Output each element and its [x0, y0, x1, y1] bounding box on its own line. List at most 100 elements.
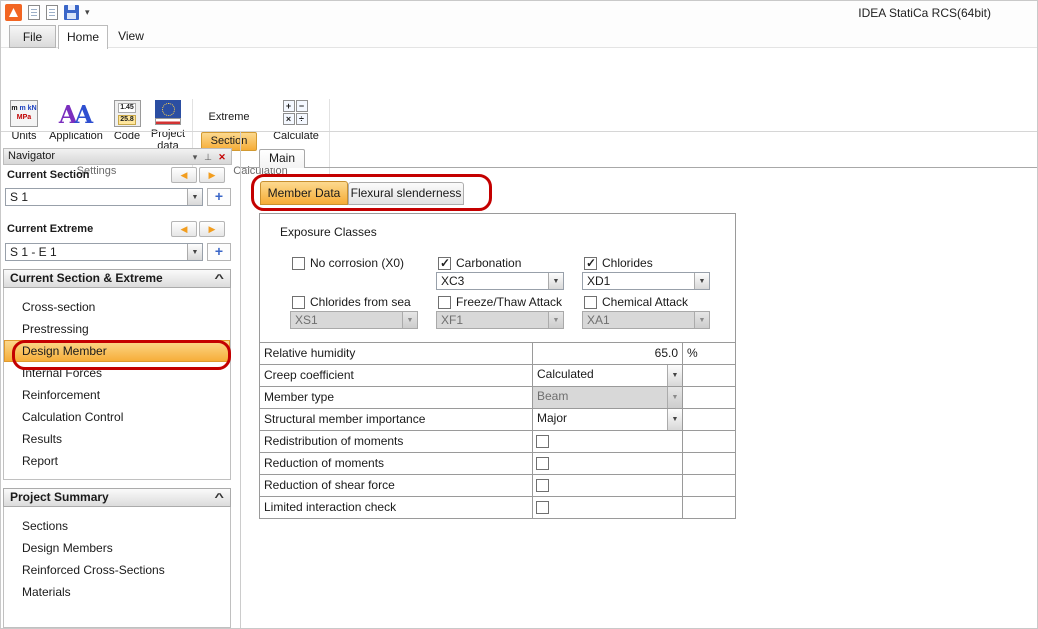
- carbonation-checkbox-group: ✓ Carbonation: [438, 256, 521, 270]
- relative-humidity-value[interactable]: 65.0: [532, 343, 682, 364]
- current-section-select[interactable]: S 1 ▼: [5, 188, 203, 206]
- creep-coefficient-select[interactable]: Calculated ▼: [533, 365, 682, 386]
- next-arrow-icon: ▶: [209, 224, 216, 234]
- freeze-thaw-class-value: XF1: [441, 313, 546, 328]
- application-button[interactable]: A A Application: [43, 100, 109, 142]
- ribbon-tab-strip: File Home View: [1, 25, 1038, 48]
- subtab-member-data[interactable]: Member Data: [260, 181, 348, 205]
- nav-item-prestressing[interactable]: Prestressing: [4, 318, 230, 340]
- calculate-button[interactable]: + − × ÷ Calculate: [269, 100, 323, 142]
- dropdown-arrow-icon[interactable]: ▼: [187, 244, 202, 260]
- redistribution-checkbox[interactable]: ✓: [536, 435, 549, 448]
- app-logo-icon[interactable]: [5, 4, 22, 21]
- previous-extreme-button[interactable]: ◀: [171, 221, 197, 237]
- ribbon-bottom-border: [1, 131, 1038, 132]
- limited-interaction-checkbox[interactable]: ✓: [536, 501, 549, 514]
- group-title: Project Summary: [10, 490, 109, 504]
- structural-importance-select[interactable]: Major ▼: [533, 409, 682, 430]
- section-extreme-group-header[interactable]: Current Section & Extreme ^: [3, 269, 231, 288]
- add-extreme-button[interactable]: +: [207, 243, 231, 261]
- close-icon[interactable]: ✕: [216, 150, 228, 165]
- units-icon: m m kN MPa: [10, 100, 38, 127]
- nav-item-cross-section[interactable]: Cross-section: [4, 296, 230, 318]
- dropdown-arrow-icon: ▼: [694, 312, 709, 328]
- reduction-moments-checkbox[interactable]: ✓: [536, 457, 549, 470]
- new-document-icon[interactable]: [28, 5, 40, 20]
- main-tab-strip-line: [241, 167, 1038, 168]
- units-button[interactable]: m m kN MPa Units: [5, 100, 43, 142]
- nav-item-report[interactable]: Report: [4, 450, 230, 472]
- dropdown-arrow-icon[interactable]: ▼: [667, 365, 682, 386]
- dropdown-arrow-icon: ▼: [548, 312, 563, 328]
- code-button[interactable]: 1.45 25.8 Code: [109, 100, 145, 142]
- dropdown-arrow-icon[interactable]: ▼: [187, 189, 202, 205]
- dropdown-arrow-icon[interactable]: ▼: [548, 273, 563, 289]
- nav-item-design-member[interactable]: Design Member: [4, 340, 230, 362]
- current-extreme-select[interactable]: S 1 - E 1 ▼: [5, 243, 203, 261]
- project-data-button[interactable]: Project data: [145, 100, 191, 152]
- table-row: Relative humidity 65.0 %: [260, 342, 735, 364]
- subtab-flexural-slenderness[interactable]: Flexural slenderness: [348, 182, 464, 205]
- next-extreme-button[interactable]: ▶: [199, 221, 225, 237]
- panel-splitter[interactable]: [240, 132, 241, 629]
- table-row: Redistribution of moments ✓: [260, 430, 735, 452]
- open-document-icon[interactable]: [46, 5, 58, 20]
- previous-section-button[interactable]: ◀: [171, 167, 197, 183]
- chemical-attack-class-value: XA1: [587, 313, 692, 328]
- member-properties-table: Relative humidity 65.0 % Creep coefficie…: [260, 342, 735, 518]
- nav-item-results[interactable]: Results: [4, 428, 230, 450]
- add-section-button[interactable]: +: [207, 188, 231, 206]
- freeze-thaw-label: Freeze/Thaw Attack: [456, 295, 562, 309]
- chlorides-sea-checkbox[interactable]: ✓: [292, 296, 305, 309]
- relative-humidity-unit: %: [682, 343, 735, 364]
- chlorides-class-select[interactable]: XD1 ▼: [582, 272, 710, 290]
- nav-item-materials[interactable]: Materials: [4, 581, 230, 603]
- chemical-attack-checkbox[interactable]: ✓: [584, 296, 597, 309]
- carbonation-checkbox[interactable]: ✓: [438, 257, 451, 270]
- current-extreme-label: Current Extreme: [7, 223, 93, 235]
- save-icon[interactable]: [64, 5, 79, 20]
- tab-file[interactable]: File: [9, 25, 56, 48]
- chemical-attack-class-select: XA1 ▼: [582, 311, 710, 329]
- carbonation-class-select[interactable]: XC3 ▼: [436, 272, 564, 290]
- application-icon: A A: [59, 100, 93, 127]
- check-icon: ✓: [586, 256, 596, 270]
- no-corrosion-checkbox[interactable]: ✓: [292, 257, 305, 270]
- tab-view[interactable]: View: [110, 25, 152, 48]
- reduction-shear-checkbox[interactable]: ✓: [536, 479, 549, 492]
- tab-main[interactable]: Main: [259, 149, 305, 168]
- dropdown-arrow-icon[interactable]: ▼: [694, 273, 709, 289]
- project-summary-group-header[interactable]: Project Summary ^: [3, 488, 231, 507]
- chlorides-class-value: XD1: [587, 274, 692, 289]
- tab-home[interactable]: Home: [58, 25, 108, 49]
- chemical-attack-label: Chemical Attack: [602, 295, 688, 309]
- navigator-menu-icon[interactable]: ▾: [189, 150, 201, 165]
- collapse-icon[interactable]: ^: [214, 271, 224, 288]
- structural-importance-value: Major: [537, 411, 665, 426]
- nav-item-internal-forces[interactable]: Internal Forces: [4, 362, 230, 384]
- prev-arrow-icon: ◀: [181, 170, 188, 180]
- navigator-title: Navigator: [8, 150, 55, 162]
- table-row: Structural member importance Major ▼: [260, 408, 735, 430]
- row-label: Relative humidity: [260, 343, 532, 364]
- pin-icon[interactable]: ⊥: [202, 150, 214, 165]
- dropdown-arrow-icon[interactable]: ▼: [667, 409, 682, 430]
- freeze-thaw-checkbox-group: ✓ Freeze/Thaw Attack: [438, 295, 562, 309]
- plus-icon: +: [215, 188, 223, 204]
- group-title: Current Section & Extreme: [10, 271, 163, 285]
- nav-item-reinforcement[interactable]: Reinforcement: [4, 384, 230, 406]
- quick-access-dropdown-icon[interactable]: ▾: [85, 7, 90, 18]
- freeze-thaw-checkbox[interactable]: ✓: [438, 296, 451, 309]
- carbonation-class-value: XC3: [441, 274, 546, 289]
- next-section-button[interactable]: ▶: [199, 167, 225, 183]
- collapse-icon[interactable]: ^: [214, 490, 224, 507]
- nav-item-calculation-control[interactable]: Calculation Control: [4, 406, 230, 428]
- nav-item-reinforced-cross-sections[interactable]: Reinforced Cross-Sections: [4, 559, 230, 581]
- chlorides-checkbox[interactable]: ✓: [584, 257, 597, 270]
- nav-item-sections[interactable]: Sections: [4, 515, 230, 537]
- nav-item-design-members[interactable]: Design Members: [4, 537, 230, 559]
- prev-arrow-icon: ◀: [181, 224, 188, 234]
- current-section-label: Current Section: [7, 169, 90, 181]
- navigator-header: Navigator ▾ ⊥ ✕: [3, 148, 232, 165]
- check-icon: ✓: [440, 256, 450, 270]
